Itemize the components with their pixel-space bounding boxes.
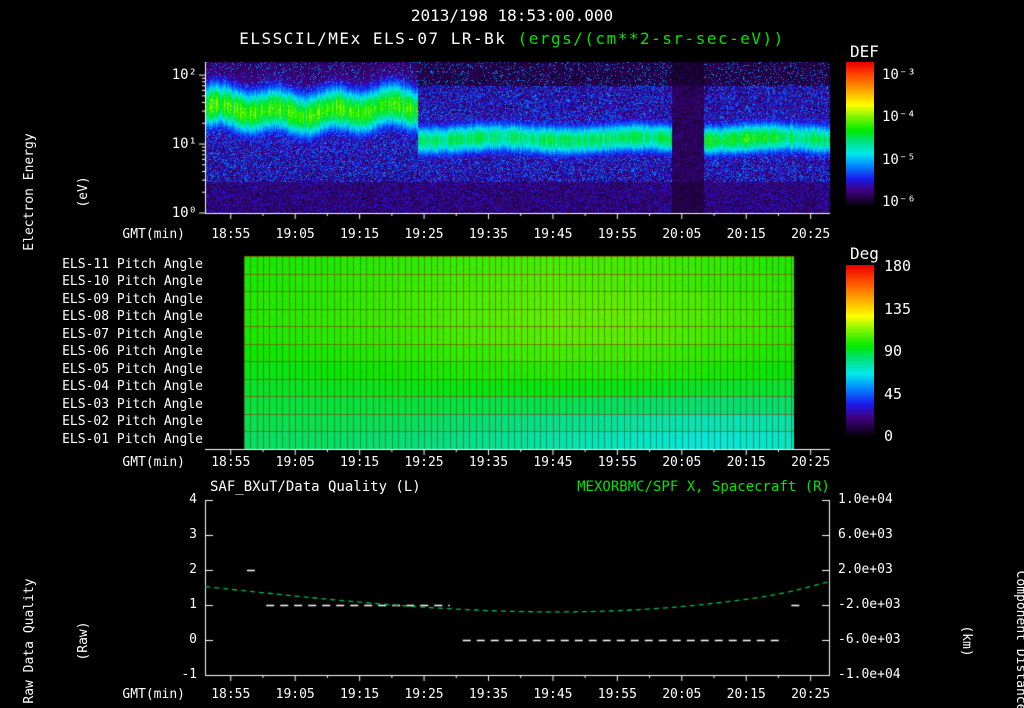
time-tick-label: 19:25 (404, 687, 444, 702)
def-colorbar-tick-label: 10⁻⁶ (882, 193, 916, 210)
quality-plot-title: SAF_BXuT/Data Quality (L) (210, 479, 421, 495)
deg-colorbar-title: Deg (850, 244, 879, 263)
pitch-row-label: ELS-04 Pitch Angle (62, 379, 203, 395)
pitch-row-label: ELS-01 Pitch Angle (62, 431, 203, 447)
deg-colorbar-tick-label: 0 (884, 427, 894, 445)
energy-tick-label: 10⁰ (171, 205, 197, 221)
deg-colorbar (846, 265, 874, 435)
instrument-label: ELSSCIL/MEx ELS-07 LR-Bk (239, 29, 518, 48)
time-tick-label: 19:25 (404, 227, 444, 242)
time-tick-label: 20:15 (726, 455, 766, 470)
science-plot-page: 2013/198 18:53:00.000 ELSSCIL/MEx ELS-07… (0, 0, 1024, 708)
pitch-row-label: ELS-11 Pitch Angle (62, 256, 203, 272)
pitch-row-label: ELS-10 Pitch Angle (62, 274, 203, 290)
distance-tick-label: 6.0e+03 (838, 527, 893, 542)
time-tick-label: 18:55 (211, 687, 251, 702)
deg-colorbar-tick-label: 135 (884, 299, 912, 318)
electron-energy-spectrogram (195, 60, 840, 227)
def-colorbar-title: DEF (850, 42, 879, 61)
quality-distance-plot (195, 498, 840, 689)
timestamp-title: 2013/198 18:53:00.000 (410, 6, 614, 25)
time-tick-label: 18:55 (211, 455, 251, 470)
time-tick-label: 19:35 (468, 687, 509, 702)
time-tick-label: 19:35 (468, 227, 509, 242)
pitch-angle-heatmap (195, 254, 840, 463)
time-tick-label: 18:55 (211, 227, 251, 242)
quality-tick-label: 3 (189, 527, 197, 542)
time-tick-label: 19:05 (275, 455, 315, 470)
energy-tick-label: 10¹ (171, 136, 197, 152)
distance-axis-label-line1: Component Distance (1013, 570, 1024, 708)
time-tick-label: 19:45 (533, 227, 573, 242)
time-tick-label: 19:15 (340, 227, 380, 242)
time-tick-label: 20:15 (726, 227, 766, 242)
energy-tick-label: 10² (171, 67, 197, 83)
quality-tick-label: 2 (189, 562, 197, 577)
deg-colorbar-tick-label: 45 (884, 384, 903, 403)
time-tick-label: 19:45 (533, 687, 573, 702)
pitch-row-label: ELS-02 Pitch Angle (62, 414, 203, 430)
distance-tick-label: 1.0e+04 (838, 492, 893, 507)
time-tick-label: 19:55 (597, 687, 637, 702)
pitch-row-label: ELS-07 Pitch Angle (62, 326, 203, 342)
gmt-label-pitch: GMT(min) (122, 455, 185, 470)
pitch-row-label: ELS-09 Pitch Angle (62, 291, 203, 307)
quality-tick-label: -1 (181, 667, 197, 682)
time-tick-label: 19:35 (468, 455, 509, 470)
distance-plot-title: MEXORBMC/SPF X, Spacecraft (R) (577, 479, 830, 495)
time-tick-label: 19:45 (533, 455, 573, 470)
time-tick-label: 20:05 (662, 455, 702, 470)
time-tick-label: 20:25 (791, 455, 831, 470)
time-tick-label: 20:15 (726, 687, 766, 702)
distance-tick-label: -1.0e+04 (838, 667, 901, 682)
pitch-row-label: ELS-03 Pitch Angle (62, 396, 203, 412)
quality-tick-label: 0 (189, 632, 197, 647)
deg-colorbar-tick-label: 180 (884, 257, 912, 275)
time-tick-label: 19:15 (340, 687, 380, 702)
pitch-row-label: ELS-08 Pitch Angle (62, 309, 203, 325)
quality-tick-label: 4 (189, 492, 197, 507)
distance-tick-label: -6.0e+03 (838, 632, 901, 647)
time-tick-label: 20:05 (662, 227, 702, 242)
pitch-row-label: ELS-05 Pitch Angle (62, 361, 203, 377)
quality-axis-label-line1: Raw Data Quality (22, 578, 37, 704)
pitch-row-label: ELS-06 Pitch Angle (62, 344, 203, 360)
distance-tick-label: 2.0e+03 (838, 562, 893, 577)
quality-axis-label-line2: (Raw) (76, 621, 91, 661)
time-tick-label: 19:15 (340, 455, 380, 470)
time-tick-label: 19:55 (597, 455, 637, 470)
time-tick-label: 19:05 (275, 227, 315, 242)
deg-colorbar-tick-label: 90 (884, 342, 903, 360)
time-tick-label: 20:05 (662, 687, 702, 702)
def-colorbar-tick-label: 10⁻⁴ (882, 109, 916, 126)
time-tick-label: 19:05 (275, 687, 315, 702)
time-tick-label: 20:25 (791, 687, 831, 702)
distance-axis-label: Component Distance (km) (921, 511, 1024, 708)
units-label: (ergs/(cm**2-sr-sec-eV)) (517, 29, 785, 48)
time-tick-label: 19:25 (404, 455, 444, 470)
gmt-label-quality: GMT(min) (122, 687, 185, 702)
def-colorbar-tick-label: 10⁻⁵ (882, 151, 916, 168)
quality-axis-label: Raw Data Quality (Raw) (0, 511, 129, 708)
distance-tick-label: -2.0e+03 (838, 597, 901, 612)
def-colorbar-tick-label: 10⁻³ (882, 67, 916, 83)
def-colorbar (846, 62, 874, 205)
quality-tick-label: 1 (189, 597, 197, 612)
distance-axis-label-line2: (km) (959, 625, 974, 657)
time-tick-label: 20:25 (791, 227, 831, 242)
time-tick-label: 19:55 (597, 227, 637, 242)
gmt-label-spectrogram: GMT(min) (122, 227, 185, 242)
